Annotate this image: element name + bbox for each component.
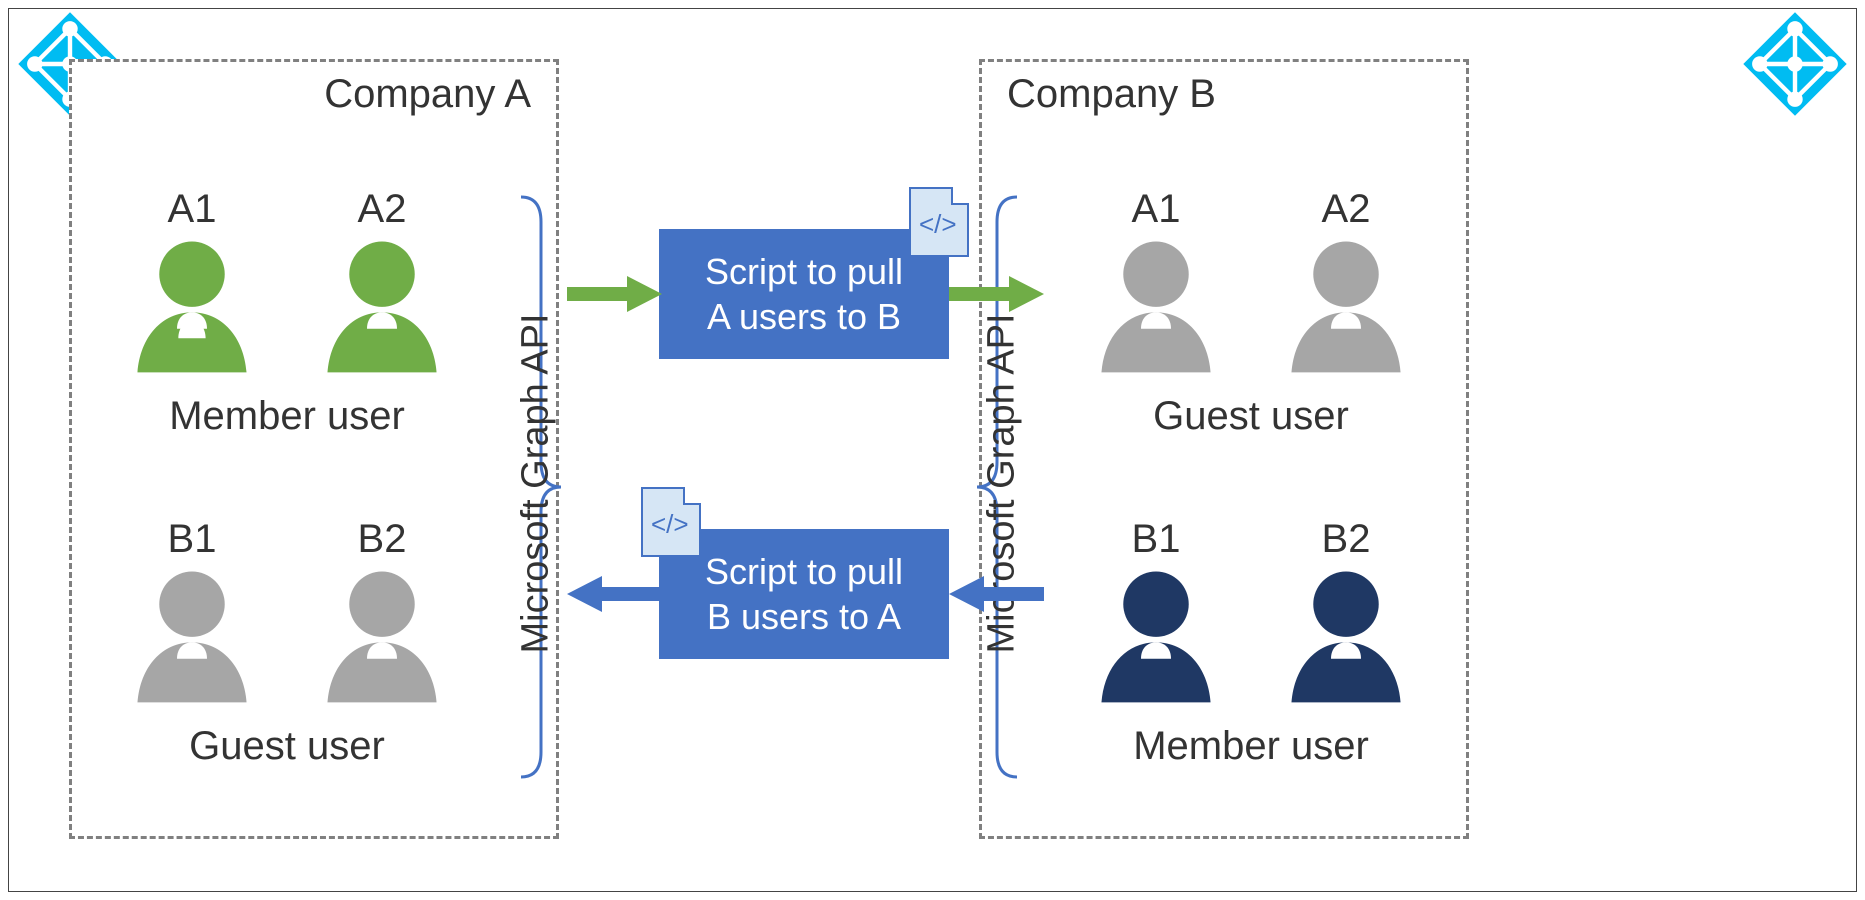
user-id: A1 (1071, 187, 1241, 232)
company-b-member-users: B1 B2 Member user (1061, 517, 1441, 769)
user-id: B2 (1261, 517, 1431, 562)
arrow-right-icon (567, 274, 662, 314)
diagram-canvas: Company A A1 A2 Member user B1 (8, 8, 1857, 892)
company-a-guest-users: B1 B2 Guest user (97, 517, 477, 769)
user-cell: A1 (107, 187, 277, 386)
script-file-icon: </> (909, 187, 969, 257)
user-cell: A2 (297, 187, 467, 386)
arrow-left-icon (949, 574, 1044, 614)
person-icon (312, 236, 452, 386)
api-label: Microsoft Graph API (515, 284, 558, 684)
group-label: Member user (1061, 724, 1441, 769)
code-glyph: </> (651, 509, 689, 540)
group-label: Guest user (97, 724, 477, 769)
person-icon (122, 566, 262, 716)
user-cell: B2 (1261, 517, 1431, 716)
company-b-guest-users: A1 A2 Guest user (1061, 187, 1441, 439)
user-cell: B1 (1071, 517, 1241, 716)
arrow-right-icon (949, 274, 1044, 314)
person-icon (1276, 236, 1416, 386)
script-text-line1: Script to pull (705, 551, 903, 592)
user-cell: B1 (107, 517, 277, 716)
person-icon (1086, 236, 1226, 386)
company-b-box: Company B A1 A2 Guest user B1 (979, 59, 1469, 839)
code-glyph: </> (919, 209, 957, 240)
company-a-box: Company A A1 A2 Member user B1 (69, 59, 559, 839)
person-icon (312, 566, 452, 716)
user-cell: A2 (1261, 187, 1431, 386)
script-a-to-b: Script to pull A users to B (659, 229, 949, 359)
user-id: B1 (1071, 517, 1241, 562)
group-label: Guest user (1061, 394, 1441, 439)
script-b-to-a: Script to pull B users to A (659, 529, 949, 659)
company-b-title: Company B (1007, 72, 1216, 117)
arrow-left-icon (567, 574, 662, 614)
user-id: A1 (107, 187, 277, 232)
company-a-title: Company A (324, 72, 531, 117)
api-label: Microsoft Graph API (981, 284, 1024, 684)
user-id: A2 (297, 187, 467, 232)
user-id: B2 (297, 517, 467, 562)
person-icon (1276, 566, 1416, 716)
company-a-member-users: A1 A2 Member user (97, 187, 477, 439)
user-id: A2 (1261, 187, 1431, 232)
user-cell: B2 (297, 517, 467, 716)
script-text-line2: B users to A (707, 596, 901, 637)
script-file-icon: </> (641, 487, 701, 557)
user-cell: A1 (1071, 187, 1241, 386)
group-label: Member user (97, 394, 477, 439)
user-id: B1 (107, 517, 277, 562)
person-icon (122, 236, 262, 386)
script-text-line2: A users to B (707, 296, 901, 337)
person-icon (1086, 566, 1226, 716)
script-text-line1: Script to pull (705, 251, 903, 292)
azure-ad-icon (1740, 9, 1850, 119)
